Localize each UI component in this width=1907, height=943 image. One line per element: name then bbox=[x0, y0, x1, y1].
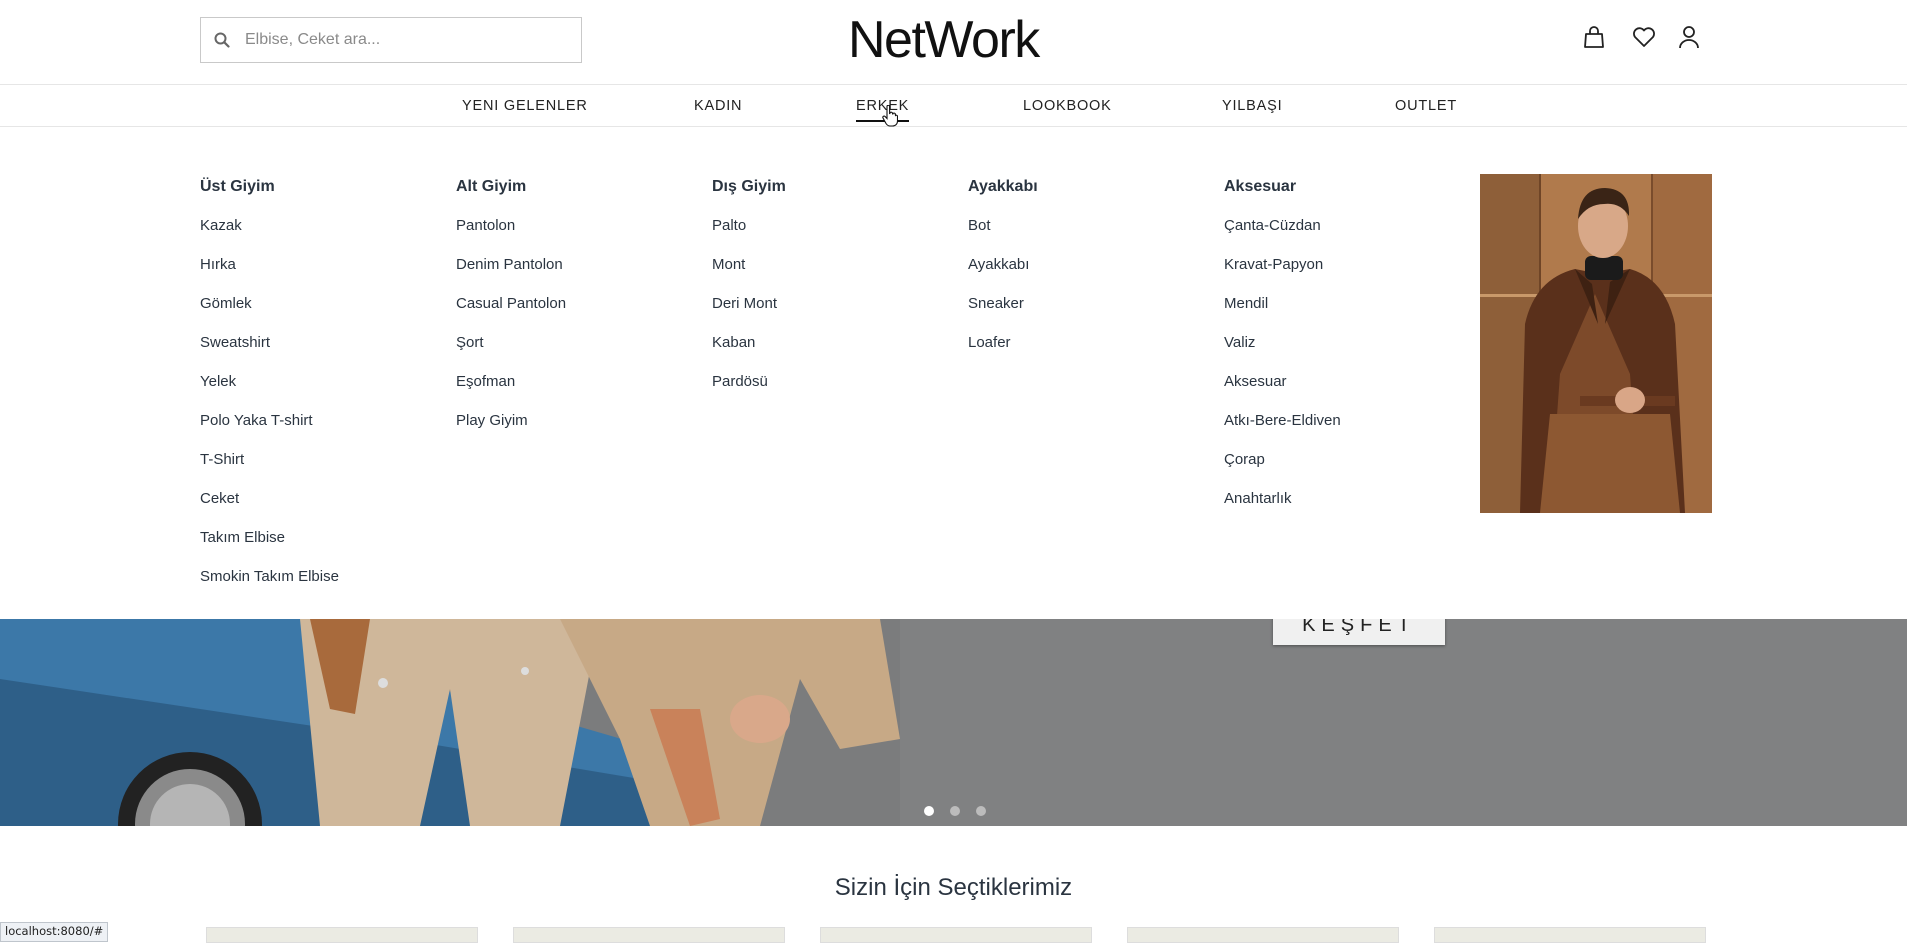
menu-link[interactable]: Palto bbox=[712, 216, 786, 236]
search-input[interactable] bbox=[243, 30, 567, 50]
menu-link[interactable]: Mendil bbox=[1224, 294, 1341, 314]
menu-link[interactable]: Çanta-Cüzdan bbox=[1224, 216, 1341, 236]
heart-icon[interactable] bbox=[1631, 24, 1657, 50]
menu-link[interactable]: Eşofman bbox=[456, 372, 566, 392]
nav-item-kadin[interactable]: KADIN bbox=[694, 85, 742, 126]
menu-column-dis-giyim: Dış Giyim Palto Mont Deri Mont Kaban Par… bbox=[712, 177, 786, 411]
menu-link[interactable]: Loafer bbox=[968, 333, 1038, 353]
menu-link[interactable]: Play Giyim bbox=[456, 411, 566, 431]
menu-link[interactable]: Mont bbox=[712, 255, 786, 275]
menu-column-title[interactable]: Üst Giyim bbox=[200, 177, 339, 197]
logo[interactable]: NetWork bbox=[848, 10, 1040, 70]
nav-item-outlet[interactable]: OUTLET bbox=[1395, 85, 1457, 126]
menu-promo-image[interactable] bbox=[1480, 174, 1712, 513]
hero-banner: KEŞFET bbox=[0, 619, 1907, 826]
main-nav: YENI GELENLER KADIN ERKEK LOOKBOOK YILBA… bbox=[0, 85, 1907, 127]
user-icon[interactable] bbox=[1676, 24, 1702, 50]
menu-link[interactable]: Kazak bbox=[200, 216, 339, 236]
product-card[interactable] bbox=[1127, 927, 1399, 943]
menu-link[interactable]: Gömlek bbox=[200, 294, 339, 314]
carousel-dot-1[interactable] bbox=[924, 806, 934, 816]
nav-item-yeni-gelenler[interactable]: YENI GELENLER bbox=[462, 85, 588, 126]
bag-icon[interactable] bbox=[1581, 24, 1607, 50]
product-card[interactable] bbox=[513, 927, 785, 943]
search-box[interactable] bbox=[200, 17, 582, 63]
menu-link[interactable]: Ceket bbox=[200, 489, 339, 509]
menu-link[interactable]: Atkı-Bere-Eldiven bbox=[1224, 411, 1341, 431]
menu-link[interactable]: Kaban bbox=[712, 333, 786, 353]
menu-link[interactable]: Aksesuar bbox=[1224, 372, 1341, 392]
menu-link[interactable]: Bot bbox=[968, 216, 1038, 236]
menu-link[interactable]: Deri Mont bbox=[712, 294, 786, 314]
menu-link[interactable]: Hırka bbox=[200, 255, 339, 275]
menu-column-ust-giyim: Üst Giyim Kazak Hırka Gömlek Sweatshirt … bbox=[200, 177, 339, 606]
menu-link[interactable]: Sweatshirt bbox=[200, 333, 339, 353]
menu-link[interactable]: Valiz bbox=[1224, 333, 1341, 353]
menu-link[interactable]: Ayakkabı bbox=[968, 255, 1038, 275]
header: NetWork bbox=[0, 0, 1907, 85]
search-icon[interactable] bbox=[201, 18, 243, 62]
menu-link[interactable]: Casual Pantolon bbox=[456, 294, 566, 314]
menu-link[interactable]: Polo Yaka T-shirt bbox=[200, 411, 339, 431]
section-title: Sizin İçin Seçtiklerimiz bbox=[834, 874, 1073, 901]
hand-cursor-icon bbox=[882, 105, 898, 127]
menu-link[interactable]: Takım Elbise bbox=[200, 528, 339, 548]
carousel-dot-3[interactable] bbox=[976, 806, 986, 816]
hero-image bbox=[0, 619, 1907, 826]
menu-column-title[interactable]: Alt Giyim bbox=[456, 177, 566, 197]
menu-link[interactable]: T-Shirt bbox=[200, 450, 339, 470]
menu-column-alt-giyim: Alt Giyim Pantolon Denim Pantolon Casual… bbox=[456, 177, 566, 450]
status-bar-url: localhost:8080/# bbox=[0, 922, 109, 942]
mega-menu: Üst Giyim Kazak Hırka Gömlek Sweatshirt … bbox=[0, 127, 1907, 619]
menu-link[interactable]: Şort bbox=[456, 333, 566, 353]
menu-link[interactable]: Yelek bbox=[200, 372, 339, 392]
nav-item-yilbasi[interactable]: YILBAŞI bbox=[1222, 85, 1282, 126]
nav-item-lookbook[interactable]: LOOKBOOK bbox=[1023, 85, 1112, 126]
menu-link[interactable]: Anahtarlık bbox=[1224, 489, 1341, 509]
product-card[interactable] bbox=[820, 927, 1092, 943]
menu-link[interactable]: Pantolon bbox=[456, 216, 566, 236]
menu-link[interactable]: Denim Pantolon bbox=[456, 255, 566, 275]
product-card[interactable] bbox=[1434, 927, 1706, 943]
menu-column-aksesuar: Aksesuar Çanta-Cüzdan Kravat-Papyon Mend… bbox=[1224, 177, 1341, 528]
menu-link[interactable]: Kravat-Papyon bbox=[1224, 255, 1341, 275]
menu-link[interactable]: Smokin Takım Elbise bbox=[200, 567, 339, 587]
menu-link[interactable]: Çorap bbox=[1224, 450, 1341, 470]
menu-link[interactable]: Sneaker bbox=[968, 294, 1038, 314]
menu-column-title[interactable]: Aksesuar bbox=[1224, 177, 1341, 197]
menu-column-ayakkabi: Ayakkabı Bot Ayakkabı Sneaker Loafer bbox=[968, 177, 1038, 372]
carousel-dots bbox=[924, 806, 986, 816]
carousel-dot-2[interactable] bbox=[950, 806, 960, 816]
product-card[interactable] bbox=[206, 927, 478, 943]
discover-button[interactable]: KEŞFET bbox=[1273, 619, 1445, 645]
menu-column-title[interactable]: Dış Giyim bbox=[712, 177, 786, 197]
menu-column-title[interactable]: Ayakkabı bbox=[968, 177, 1038, 197]
menu-link[interactable]: Pardösü bbox=[712, 372, 786, 392]
